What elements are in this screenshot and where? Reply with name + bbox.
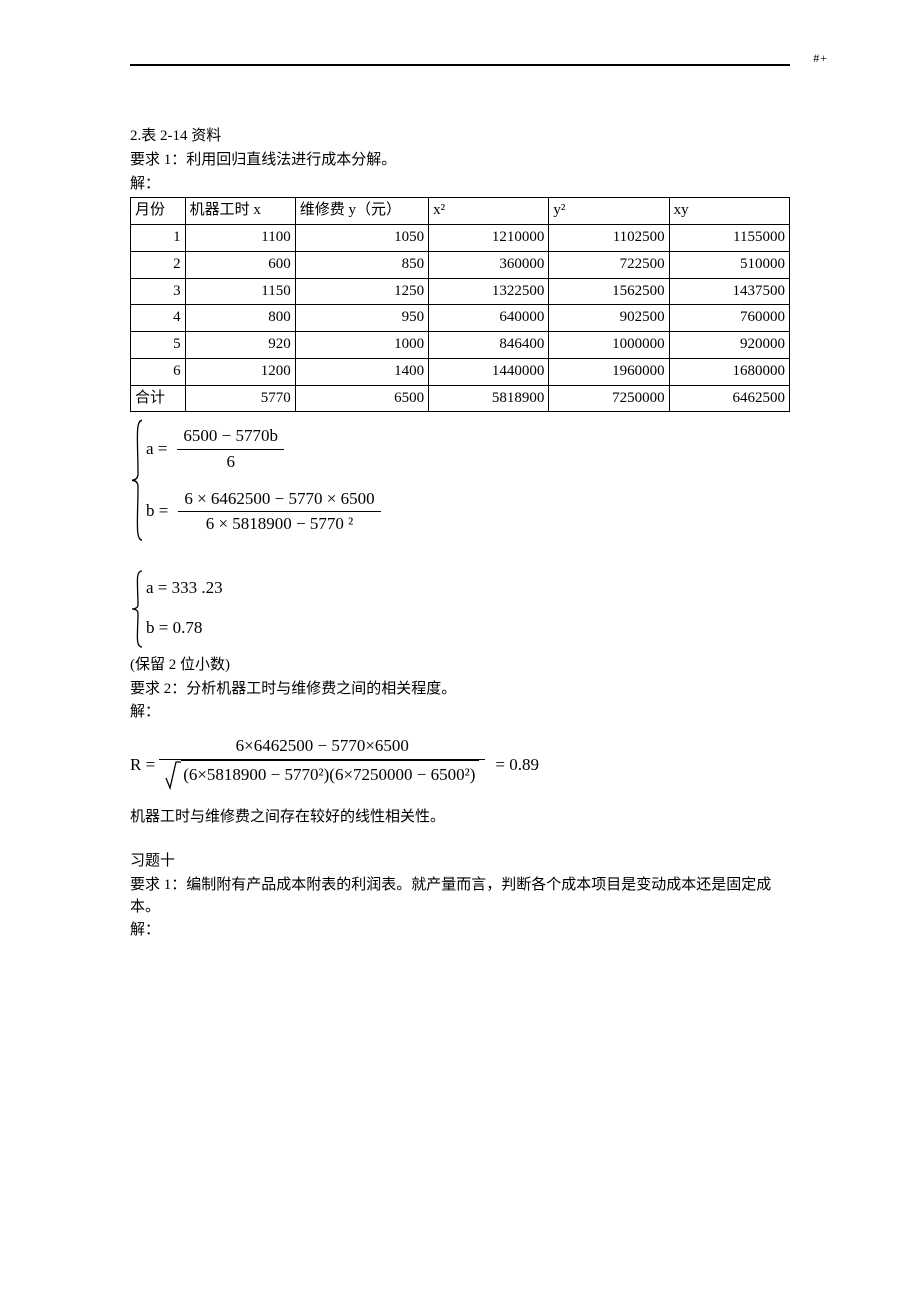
sqrt-radicand: (6×5818900 − 5770²)(6×7250000 − 6500²) bbox=[181, 760, 479, 790]
cell: 1960000 bbox=[549, 358, 669, 385]
solution-label-2: 解： bbox=[130, 702, 790, 724]
exercise-10-sol-label: 解： bbox=[130, 920, 790, 942]
cell: 722500 bbox=[549, 251, 669, 278]
eq-b-formula: b = 6 × 6462500 − 5770 × 6500 6 × 581890… bbox=[146, 487, 385, 537]
cell: 902500 bbox=[549, 305, 669, 332]
table-row: 3 1150 1250 1322500 1562500 1437500 bbox=[131, 278, 790, 305]
frac-num: 6500 − 5770b bbox=[177, 424, 284, 449]
cell: 1440000 bbox=[429, 358, 549, 385]
sqrt-icon bbox=[165, 760, 181, 790]
header-underline bbox=[130, 64, 790, 66]
cell: 510000 bbox=[669, 251, 789, 278]
correlation-formula: R = 6×6462500 − 5770×6500 (6×5818900 − 5… bbox=[130, 734, 790, 797]
eq-a-lhs: a = bbox=[146, 437, 167, 462]
cell: 4 bbox=[131, 305, 186, 332]
page: #+ 2.表 2-14 资料 要求 1：利用回归直线法进行成本分解。 解： 月份… bbox=[0, 0, 920, 942]
rounding-note: (保留 2 位小数) bbox=[130, 655, 790, 677]
cell: 6 bbox=[131, 358, 186, 385]
cell: 920 bbox=[185, 332, 295, 359]
frac-den: 6 × 5818900 − 5770 ² bbox=[200, 512, 360, 537]
cell: 1000000 bbox=[549, 332, 669, 359]
brace-body: a = 333 .23 b = 0.78 bbox=[144, 569, 223, 649]
cell: 1150 bbox=[185, 278, 295, 305]
cell: 6462500 bbox=[669, 385, 789, 412]
cell: 1155000 bbox=[669, 225, 789, 252]
eq-a-result: a = 333 .23 bbox=[146, 576, 223, 601]
table-row: 4 800 950 640000 902500 760000 bbox=[131, 305, 790, 332]
brace-body: a = 6500 − 5770b 6 b = 6 × 6462500 − 577… bbox=[144, 418, 385, 543]
data-table: 月份 机器工时 x 维修费 y（元） x² y² xy 1 1100 1050 … bbox=[130, 197, 790, 412]
table-row: 1 1100 1050 1210000 1102500 1155000 bbox=[131, 225, 790, 252]
exercise-10-req1: 要求 1：编制附有产品成本附表的利润表。就产量而言，判断各个成本项目是变动成本还… bbox=[130, 875, 790, 919]
table-row: 2 600 850 360000 722500 510000 bbox=[131, 251, 790, 278]
solution-label-1: 解： bbox=[130, 174, 790, 196]
eq-a-formula: a = 6500 − 5770b 6 bbox=[146, 424, 385, 474]
cell: 1000 bbox=[295, 332, 428, 359]
cell: 1562500 bbox=[549, 278, 669, 305]
cell: 1680000 bbox=[669, 358, 789, 385]
cell: 950 bbox=[295, 305, 428, 332]
fraction: 6×6462500 − 5770×6500 (6×5818900 − 5770²… bbox=[159, 734, 485, 797]
requirement-2: 要求 2：分析机器工时与维修费之间的相关程度。 bbox=[130, 679, 790, 701]
cell: 2 bbox=[131, 251, 186, 278]
cell: 1100 bbox=[185, 225, 295, 252]
cell: 5818900 bbox=[429, 385, 549, 412]
left-brace-icon bbox=[130, 418, 144, 543]
cell: 850 bbox=[295, 251, 428, 278]
table-row: 6 1200 1400 1440000 1960000 1680000 bbox=[131, 358, 790, 385]
R-rhs: = 0.89 bbox=[495, 753, 539, 778]
frac-den: (6×5818900 − 5770²)(6×7250000 − 6500²) bbox=[159, 760, 485, 798]
header-rule: #+ bbox=[130, 64, 790, 66]
cell: 1102500 bbox=[549, 225, 669, 252]
R-lhs: R = bbox=[130, 753, 155, 778]
cell: 1437500 bbox=[669, 278, 789, 305]
cell: 1400 bbox=[295, 358, 428, 385]
cell: 600 bbox=[185, 251, 295, 278]
sqrt: (6×5818900 − 5770²)(6×7250000 − 6500²) bbox=[165, 760, 479, 790]
table-header-row: 月份 机器工时 x 维修费 y（元） x² y² xy bbox=[131, 198, 790, 225]
header-mark: #+ bbox=[813, 50, 828, 67]
table-total-row: 合计 5770 6500 5818900 7250000 6462500 bbox=[131, 385, 790, 412]
col-xy: xy bbox=[669, 198, 789, 225]
cell: 7250000 bbox=[549, 385, 669, 412]
equation-system-ab-result: a = 333 .23 b = 0.78 bbox=[130, 569, 790, 649]
col-y: 维修费 y（元） bbox=[295, 198, 428, 225]
cell: 1050 bbox=[295, 225, 428, 252]
fraction: 6500 − 5770b 6 bbox=[177, 424, 284, 474]
cell: 760000 bbox=[669, 305, 789, 332]
cell: 800 bbox=[185, 305, 295, 332]
cell: 640000 bbox=[429, 305, 549, 332]
eq-b-lhs: b = bbox=[146, 499, 168, 524]
table-row: 5 920 1000 846400 1000000 920000 bbox=[131, 332, 790, 359]
intro-line-1: 2.表 2-14 资料 bbox=[130, 126, 790, 148]
cell-total-label: 合计 bbox=[131, 385, 186, 412]
cell: 1 bbox=[131, 225, 186, 252]
left-brace-icon bbox=[130, 569, 144, 649]
frac-num: 6 × 6462500 − 5770 × 6500 bbox=[178, 487, 380, 512]
col-x2: x² bbox=[429, 198, 549, 225]
cell: 360000 bbox=[429, 251, 549, 278]
cell: 5770 bbox=[185, 385, 295, 412]
col-x: 机器工时 x bbox=[185, 198, 295, 225]
cell: 1210000 bbox=[429, 225, 549, 252]
col-y2: y² bbox=[549, 198, 669, 225]
exercise-10-title: 习题十 bbox=[130, 851, 790, 873]
cell: 1250 bbox=[295, 278, 428, 305]
fraction: 6 × 6462500 − 5770 × 6500 6 × 5818900 − … bbox=[178, 487, 380, 537]
cell: 846400 bbox=[429, 332, 549, 359]
cell: 920000 bbox=[669, 332, 789, 359]
eq-b-result: b = 0.78 bbox=[146, 616, 223, 641]
equation-system-ab-formula: a = 6500 − 5770b 6 b = 6 × 6462500 − 577… bbox=[130, 418, 790, 543]
cell: 1200 bbox=[185, 358, 295, 385]
cell: 3 bbox=[131, 278, 186, 305]
frac-num: 6×6462500 − 5770×6500 bbox=[230, 734, 415, 759]
cell: 6500 bbox=[295, 385, 428, 412]
cell: 5 bbox=[131, 332, 186, 359]
cell: 1322500 bbox=[429, 278, 549, 305]
correlation-conclusion: 机器工时与维修费之间存在较好的线性相关性。 bbox=[130, 807, 790, 829]
frac-den: 6 bbox=[220, 450, 241, 475]
col-month: 月份 bbox=[131, 198, 186, 225]
requirement-1: 要求 1：利用回归直线法进行成本分解。 bbox=[130, 150, 790, 172]
